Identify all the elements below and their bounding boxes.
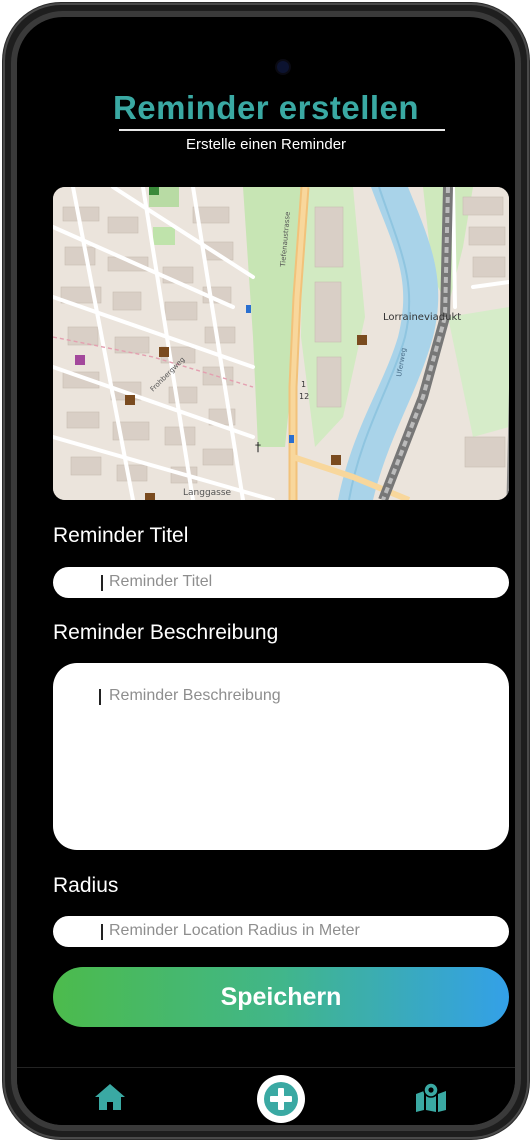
title-underline — [119, 129, 445, 131]
title-input[interactable]: Reminder Titel — [53, 567, 509, 598]
radius-placeholder: Reminder Location Radius in Meter — [109, 922, 360, 939]
save-button[interactable]: Speichern — [53, 967, 509, 1027]
description-label: Reminder Beschreibung — [53, 621, 279, 644]
plus-icon[interactable] — [255, 1074, 307, 1124]
title-placeholder: Reminder Titel — [109, 573, 213, 590]
home-icon[interactable] — [93, 1082, 127, 1112]
page-title: Reminder erstellen — [112, 89, 420, 126]
map-icon[interactable] — [414, 1082, 448, 1112]
nav-map[interactable] — [414, 1082, 448, 1117]
text-caret — [101, 575, 103, 591]
app-screen: Reminder erstellen Erstelle einen Remind… — [17, 17, 515, 1125]
text-caret — [99, 689, 101, 705]
page-subtitle: Erstelle einen Reminder — [185, 136, 347, 153]
text-caret — [101, 924, 103, 940]
front-camera — [277, 61, 289, 73]
phone-frame: Reminder erstellen Erstelle einen Remind… — [3, 3, 529, 1139]
title-label: Reminder Titel — [53, 524, 189, 547]
map-label-langgasse: Langgasse — [183, 488, 232, 498]
location-map[interactable]: † Lorraineviadukt Langgasse Tiefenaustra… — [53, 187, 509, 500]
radius-label: Radius — [53, 874, 119, 897]
svg-text:12: 12 — [299, 392, 309, 401]
svg-text:†: † — [255, 440, 261, 454]
bottom-nav — [17, 1067, 515, 1125]
nav-home[interactable] — [93, 1082, 127, 1117]
svg-text:1: 1 — [301, 380, 306, 389]
radius-input[interactable]: Reminder Location Radius in Meter — [53, 916, 509, 947]
nav-add[interactable] — [255, 1074, 307, 1125]
map-tiles[interactable]: † Lorraineviadukt Langgasse Tiefenaustra… — [53, 187, 509, 500]
description-placeholder: Reminder Beschreibung — [109, 687, 281, 704]
map-label-viaduct: Lorraineviadukt — [383, 312, 461, 323]
description-input[interactable]: Reminder Beschreibung — [53, 663, 509, 850]
